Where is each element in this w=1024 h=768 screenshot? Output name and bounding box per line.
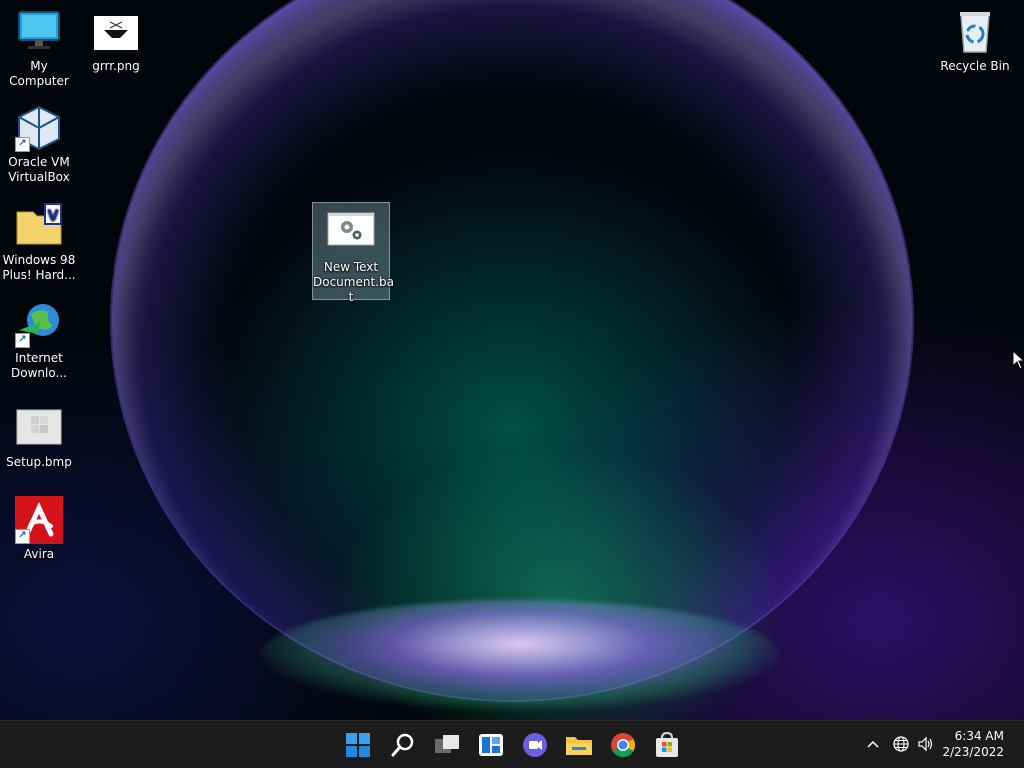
batch-file-gears-icon [327, 209, 375, 257]
desktop-icon-windows98-folder[interactable]: V Windows 98 Plus! Hard... [1, 202, 77, 283]
system-clock[interactable]: 6:34 AM 2/23/2022 [942, 728, 1004, 760]
chat-button[interactable] [519, 729, 551, 761]
recycle-bin-icon [951, 8, 999, 56]
monitor-icon [15, 8, 63, 56]
desktop-icon-recycle-bin[interactable]: Recycle Bin [937, 8, 1013, 74]
chrome-icon [611, 733, 635, 758]
desktop-icon-my-computer[interactable]: My Computer [1, 8, 77, 89]
desktop-icon-label: Avira [23, 547, 55, 561]
widgets-icon [479, 734, 503, 756]
teams-chat-icon [523, 733, 547, 757]
wallpaper-orb [112, 0, 912, 700]
desktop-icon-setup-bmp[interactable]: Setup.bmp [1, 404, 77, 470]
desktop-icon-internet-download-manager[interactable]: ↗ Internet Downlo... [1, 300, 77, 381]
wallpaper-glow [260, 600, 780, 710]
desktop-icon-grrr-png[interactable]: grrr.png [78, 8, 154, 74]
file-explorer-icon [566, 737, 592, 755]
desktop-icon-avira[interactable]: ↗ Avira [1, 496, 77, 562]
search-icon [391, 733, 414, 757]
show-hidden-icons-chevron-up-icon[interactable] [864, 735, 882, 753]
desktop-wallpaper[interactable]: My Computer grrr.png Recycle Bin ↗ Oracl… [0, 0, 1024, 720]
clock-date: 2/23/2022 [942, 745, 1004, 759]
file-explorer-button[interactable] [563, 729, 595, 761]
volume-speaker-icon[interactable] [917, 735, 935, 753]
virtualbox-icon: ↗ [15, 104, 63, 152]
desktop-icon-label: Recycle Bin [940, 59, 1010, 73]
store-button[interactable] [651, 729, 683, 761]
desktop-icon-virtualbox[interactable]: ↗ Oracle VM VirtualBox [1, 104, 77, 185]
idm-globe-icon: ↗ [15, 300, 63, 348]
desktop-icon-label: My Computer [9, 59, 69, 88]
desktop-icon-label: Document.ba [313, 275, 394, 289]
image-file-icon [92, 8, 140, 56]
clock-time: 6:34 AM [954, 729, 1004, 743]
desktop-icon-label: Oracle VM VirtualBox [8, 155, 70, 184]
desktop-icon-label: grrr.png [92, 59, 140, 73]
shortcut-arrow-icon: ↗ [15, 333, 30, 348]
desktop-icon-new-text-document-bat[interactable]: New Text Document.ba t [312, 202, 394, 304]
desktop-icon-label: Setup.bmp [6, 455, 72, 469]
start-icon [346, 733, 370, 757]
shortcut-arrow-icon: ↗ [15, 529, 30, 544]
bitmap-file-icon [15, 404, 63, 452]
svg-text:V: V [48, 208, 59, 224]
store-icon [656, 731, 678, 757]
desktop-icon-label: Windows 98 Plus! Hard... [2, 253, 76, 282]
network-globe-icon[interactable] [892, 735, 910, 753]
shortcut-arrow-icon: ↗ [15, 137, 30, 152]
desktop-icon-label: Internet Downlo... [11, 351, 67, 380]
taskbar: 6:34 AM 2/23/2022 [0, 720, 1024, 768]
mouse-cursor-icon [1012, 350, 1024, 370]
chrome-button[interactable] [607, 729, 639, 761]
search-button[interactable] [387, 729, 419, 761]
avira-icon: ↗ [15, 496, 63, 544]
folder-icon: V [15, 202, 63, 250]
desktop-icon-label: New Text [323, 260, 379, 274]
task-view-icon [435, 735, 459, 753]
desktop-icon-label: t [348, 290, 354, 304]
widgets-button[interactable] [475, 729, 507, 761]
task-view-button[interactable] [431, 729, 463, 761]
start-button[interactable] [342, 729, 374, 761]
